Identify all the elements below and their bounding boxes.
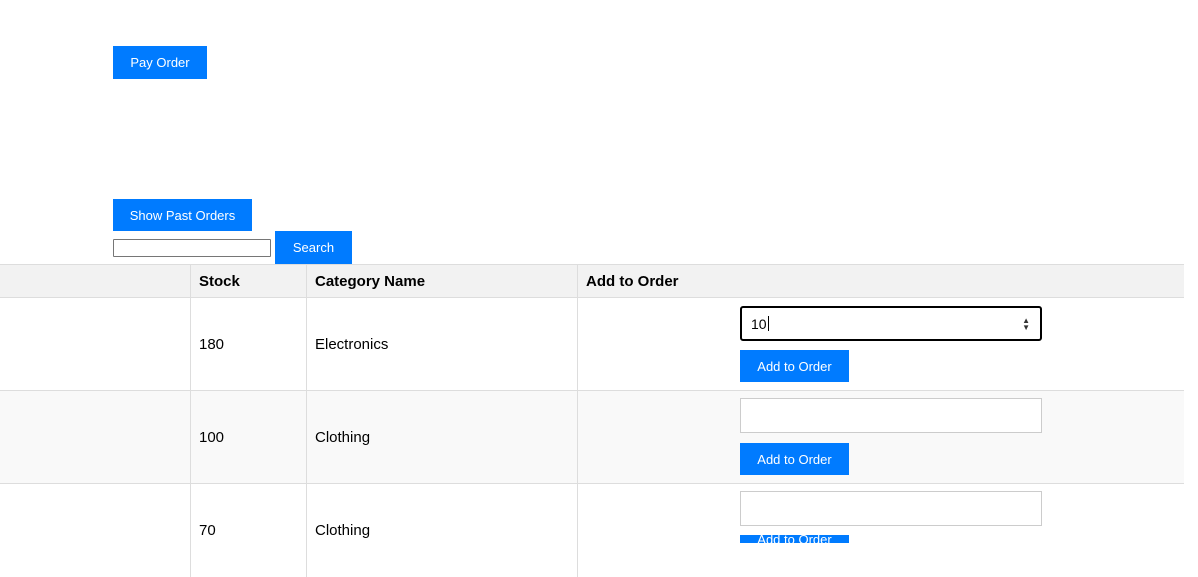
search-input[interactable] xyxy=(113,239,271,257)
header-cell-unlabeled xyxy=(0,265,191,297)
quantity-value: 10 xyxy=(751,315,767,332)
add-to-order-button[interactable]: Add to Order xyxy=(740,443,849,475)
header-cell-category-name: Category Name xyxy=(307,265,578,297)
add-to-order-button[interactable]: Add to Order xyxy=(740,535,849,543)
number-spinner-icon[interactable]: ▲ ▼ xyxy=(1022,316,1030,331)
pay-order-button[interactable]: Pay Order xyxy=(113,46,207,79)
row-cell-unlabeled xyxy=(0,391,191,483)
stock-cell: 70 xyxy=(191,484,307,577)
stock-cell: 100 xyxy=(191,391,307,483)
quantity-input[interactable] xyxy=(740,491,1042,526)
stock-cell: 180 xyxy=(191,298,307,390)
quantity-input[interactable] xyxy=(740,398,1042,433)
category-cell: Clothing xyxy=(307,391,578,483)
quantity-input[interactable]: 10 ▲ ▼ xyxy=(740,306,1042,341)
header-cell-add-to-order: Add to Order xyxy=(586,272,679,290)
category-cell: Clothing xyxy=(307,484,578,577)
add-to-order-button[interactable]: Add to Order xyxy=(740,350,849,382)
category-cell: Electronics xyxy=(307,298,578,390)
row-cell-unlabeled xyxy=(0,484,191,577)
header-cell-stock: Stock xyxy=(191,265,307,297)
table-header-row: Stock Category Name Add to Order xyxy=(0,264,1184,298)
show-past-orders-button[interactable]: Show Past Orders xyxy=(113,199,252,231)
row-cell-unlabeled xyxy=(0,298,191,390)
search-button[interactable]: Search xyxy=(275,231,352,264)
text-caret xyxy=(767,316,769,331)
